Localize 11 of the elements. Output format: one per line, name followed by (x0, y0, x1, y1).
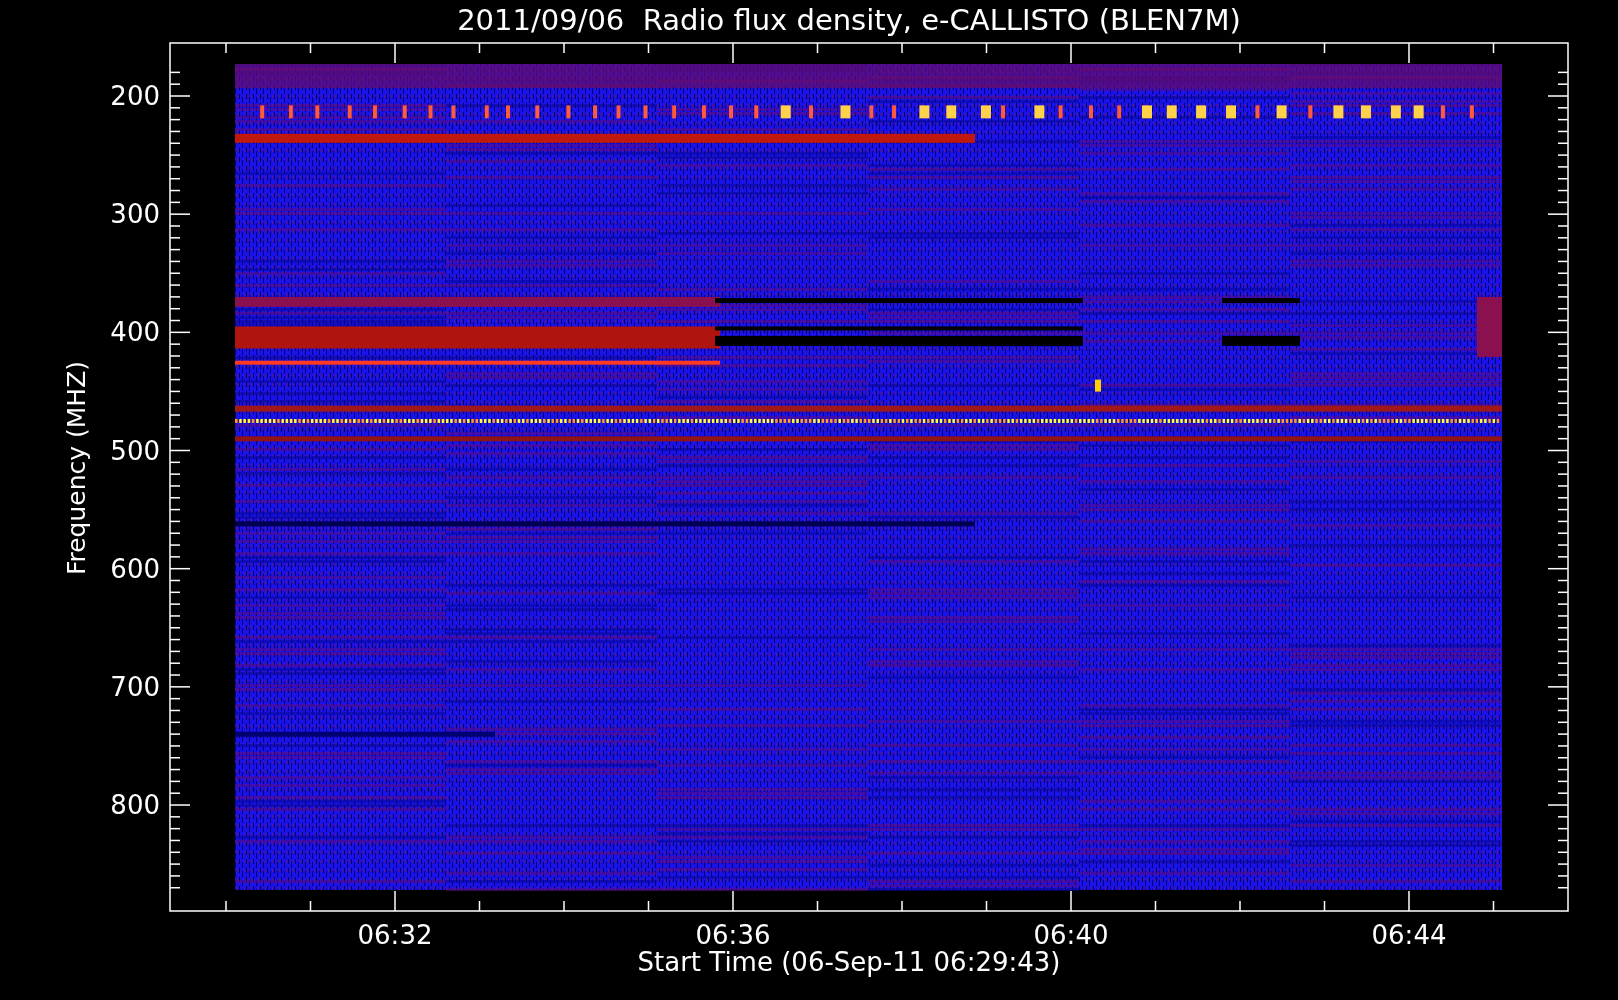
axis-tick-label: 800 (110, 790, 160, 820)
axis-tick-label: 300 (110, 199, 160, 230)
axis-tick-label: 400 (110, 317, 160, 348)
axis-tick-label: 200 (110, 81, 160, 111)
axis-label: Frequency (MHZ) (62, 360, 91, 576)
chart-title: 2011/09/06 Radio flux density, e-CALLISTO (BLEN7M) (457, 2, 1241, 39)
axis-tick-label: 500 (110, 435, 160, 466)
axis-tick-label: 600 (110, 553, 160, 584)
axis-tick-label: 700 (110, 671, 160, 702)
axis-tick-label: 06:44 (1371, 920, 1447, 950)
axis-tick-label: 06:32 (357, 920, 433, 950)
